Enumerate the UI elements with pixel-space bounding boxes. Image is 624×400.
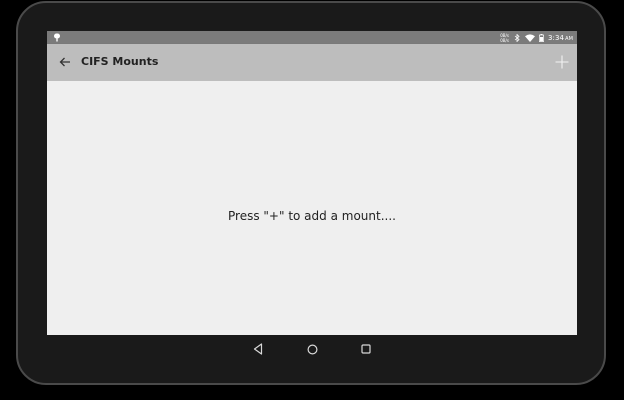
clock-time: 3:34	[547, 33, 565, 42]
mount-list-area: Press "+" to add a mount....	[47, 81, 577, 335]
wifi-icon	[524, 33, 535, 42]
empty-state-message: Press "+" to add a mount....	[228, 209, 396, 223]
status-time: 3:34AM	[548, 34, 573, 42]
add-mount-button[interactable]	[551, 51, 573, 73]
nav-recents-button[interactable]	[359, 342, 373, 356]
recents-square-icon	[361, 344, 371, 354]
arrow-back-icon	[59, 57, 70, 67]
nav-home-button[interactable]	[305, 342, 319, 356]
device-screen: 0B/s 0B/s 3:34AM CIFS Mounts Press "+" t…	[47, 31, 577, 335]
network-speed: 0B/s 0B/s	[500, 33, 509, 43]
status-indicators: 0B/s 0B/s 3:34AM	[500, 31, 573, 44]
back-button[interactable]	[55, 52, 75, 72]
bluetooth-icon	[514, 33, 520, 42]
navigation-bar	[47, 335, 577, 363]
status-bar: 0B/s 0B/s 3:34AM	[47, 31, 577, 44]
home-circle-icon	[306, 343, 318, 355]
notification-icon	[54, 33, 60, 42]
page-title: CIFS Mounts	[81, 55, 159, 68]
clock-ampm: AM	[565, 35, 573, 42]
net-speed-down: 0B/s	[500, 37, 509, 43]
back-triangle-icon	[253, 343, 263, 355]
battery-icon	[538, 33, 544, 42]
app-bar: CIFS Mounts	[47, 44, 577, 81]
plus-icon	[555, 55, 569, 69]
nav-back-button[interactable]	[251, 342, 265, 356]
